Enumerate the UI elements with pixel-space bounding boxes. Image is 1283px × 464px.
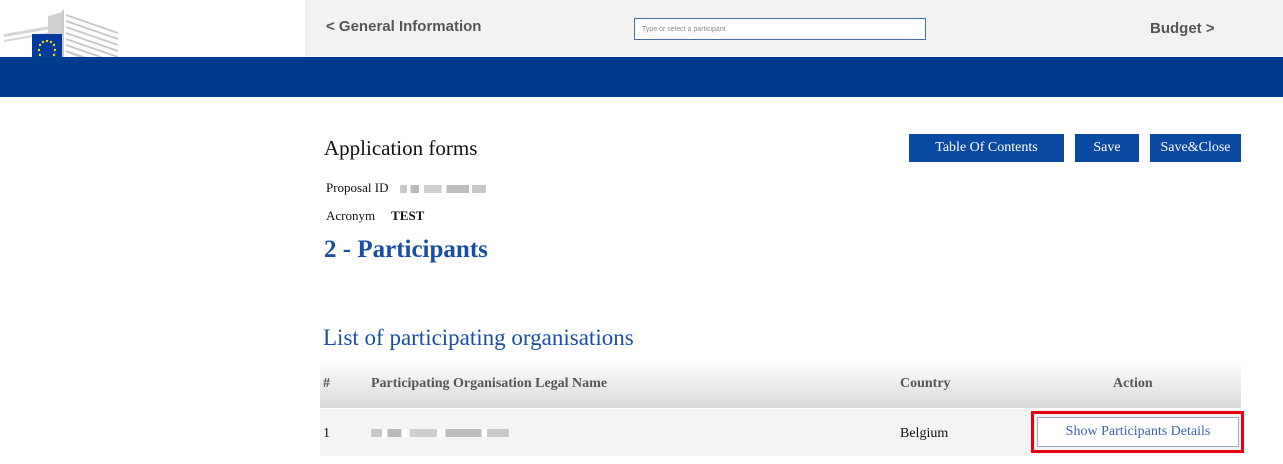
page-title: Application forms (324, 136, 478, 160)
legal-name-redacted (371, 429, 509, 437)
proposal-id-row: Proposal ID (326, 180, 487, 196)
proposal-id-label: Proposal ID (326, 180, 389, 195)
acronym-value: TEST (391, 208, 425, 223)
save-and-close-button[interactable]: Save&Close (1150, 134, 1241, 162)
header-blue-band (0, 57, 1283, 97)
column-header-legal-name: Participating Organisation Legal Name (371, 376, 608, 391)
column-header-number: # (323, 376, 330, 391)
proposal-id-redacted (400, 185, 487, 194)
acronym-row: Acronym TEST (326, 208, 424, 224)
participant-search-input[interactable] (634, 18, 926, 40)
save-button[interactable]: Save (1075, 134, 1139, 162)
table-of-contents-button[interactable]: Table Of Contents (909, 134, 1064, 162)
row-number: 1 (323, 426, 330, 441)
column-header-country: Country (900, 376, 951, 391)
row-country: Belgium (900, 426, 949, 441)
show-participants-details-button[interactable]: Show Participants Details (1037, 417, 1239, 447)
column-header-action: Action (1113, 376, 1153, 391)
table-header: # Participating Organisation Legal Name … (320, 360, 1241, 408)
list-title: List of participating organisations (323, 325, 634, 350)
previous-section-link[interactable]: < General Information (326, 18, 481, 35)
acronym-label: Acronym (326, 208, 376, 223)
section-title: 2 - Participants (324, 236, 488, 263)
next-section-link[interactable]: Budget > (1150, 20, 1215, 37)
top-bar: < General Information Budget > (0, 0, 1283, 68)
